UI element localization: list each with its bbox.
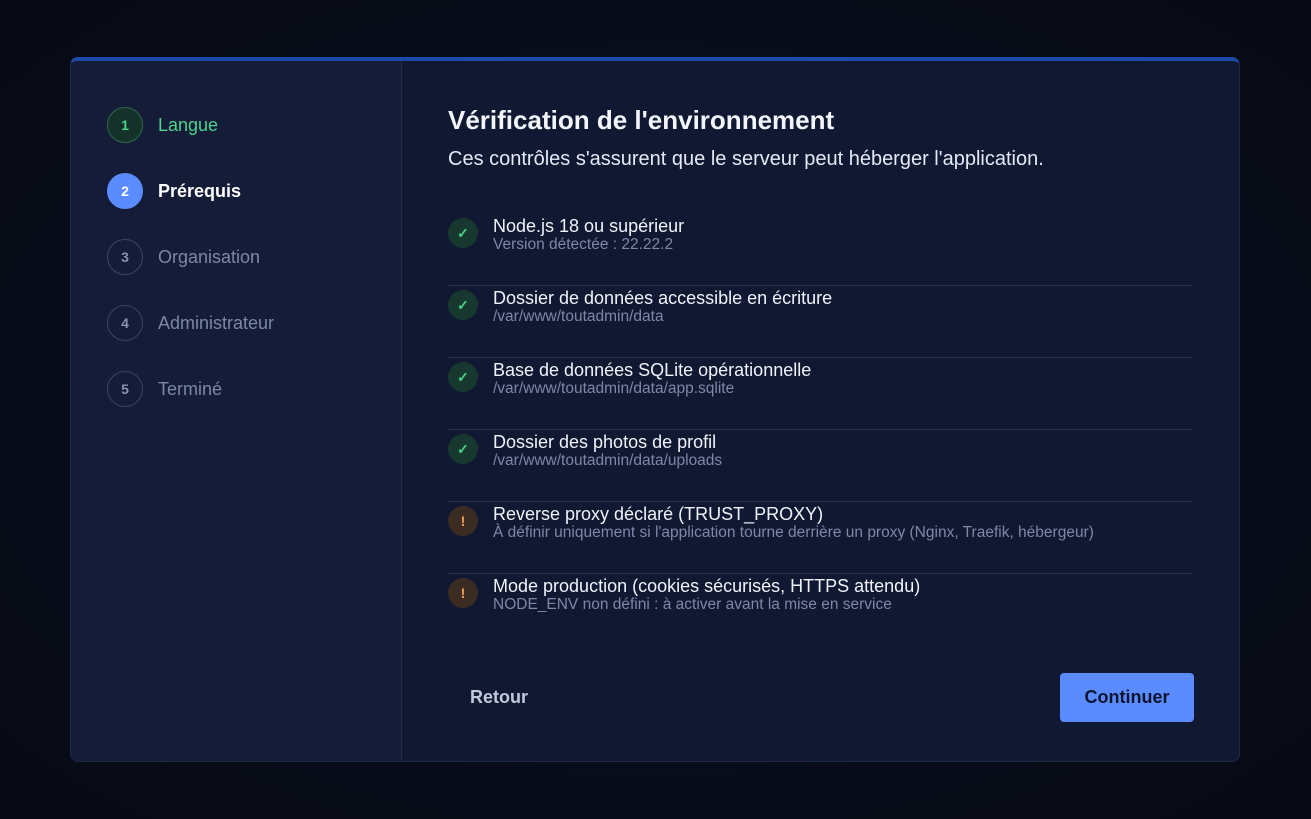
- back-button[interactable]: Retour: [448, 673, 550, 722]
- check-item: ! Mode production (cookies sécurisés, HT…: [448, 574, 1193, 646]
- check-title: Base de données SQLite opérationnelle: [493, 360, 812, 380]
- page-title: Vérification de l'environnement: [448, 105, 835, 135]
- step-label: Prérequis: [158, 180, 242, 201]
- step-number-badge: 5: [107, 371, 143, 407]
- step-administrateur: 4 Administrateur: [107, 305, 401, 341]
- step-label: Terminé: [158, 378, 223, 399]
- step-number-badge: 4: [107, 305, 143, 341]
- step-number-badge: 1: [107, 107, 143, 143]
- check-detail: Version détectée : 22.22.2: [493, 236, 674, 253]
- main-panel: Vérification de l'environnement Ces cont…: [402, 61, 1239, 761]
- setup-wizard-card: 1 Langue 2 Prérequis 3 Organisation 4 Ad…: [70, 57, 1240, 762]
- wizard-actions: Retour Continuer: [448, 673, 1194, 722]
- check-detail: À définir uniquement si l'application to…: [493, 524, 1094, 541]
- step-prerequis[interactable]: 2 Prérequis: [107, 173, 401, 209]
- step-number-badge: 3: [107, 239, 143, 275]
- check-ok-icon: ✓: [448, 290, 478, 320]
- check-item: ✓ Dossier de données accessible en écrit…: [448, 286, 1193, 358]
- check-item: ✓ Node.js 18 ou supérieur Version détect…: [448, 214, 1193, 286]
- check-title: Reverse proxy déclaré (TRUST_PROXY): [493, 504, 824, 524]
- step-langue[interactable]: 1 Langue: [107, 107, 401, 143]
- check-detail: /var/www/toutadmin/data: [493, 308, 664, 325]
- check-title: Dossier des photos de profil: [493, 432, 717, 452]
- check-ok-icon: ✓: [448, 218, 478, 248]
- check-detail: /var/www/toutadmin/data/app.sqlite: [493, 380, 735, 397]
- check-warning-icon: !: [448, 578, 478, 608]
- continue-button[interactable]: Continuer: [1060, 673, 1194, 722]
- check-ok-icon: ✓: [448, 362, 478, 392]
- check-item: ! Reverse proxy déclaré (TRUST_PROXY) À …: [448, 502, 1193, 574]
- checks-list: ✓ Node.js 18 ou supérieur Version détect…: [448, 214, 1193, 646]
- check-title: Mode production (cookies sécurisés, HTTP…: [493, 576, 921, 596]
- step-number-badge: 2: [107, 173, 143, 209]
- check-title: Dossier de données accessible en écritur…: [493, 288, 833, 308]
- check-item: ✓ Base de données SQLite opérationnelle …: [448, 358, 1193, 430]
- check-warning-icon: !: [448, 506, 478, 536]
- step-label: Administrateur: [158, 312, 275, 333]
- page-subtitle: Ces contrôles s'assurent que le serveur …: [448, 148, 1044, 170]
- check-detail: NODE_ENV non défini : à activer avant la…: [493, 596, 892, 613]
- step-label: Langue: [158, 114, 219, 135]
- check-title: Node.js 18 ou supérieur: [493, 216, 685, 236]
- step-termine: 5 Terminé: [107, 371, 401, 407]
- steps-sidebar: 1 Langue 2 Prérequis 3 Organisation 4 Ad…: [71, 61, 402, 761]
- step-organisation: 3 Organisation: [107, 239, 401, 275]
- check-item: ✓ Dossier des photos de profil /var/www/…: [448, 430, 1193, 502]
- check-ok-icon: ✓: [448, 434, 478, 464]
- step-label: Organisation: [158, 246, 261, 267]
- check-detail: /var/www/toutadmin/data/uploads: [493, 452, 723, 469]
